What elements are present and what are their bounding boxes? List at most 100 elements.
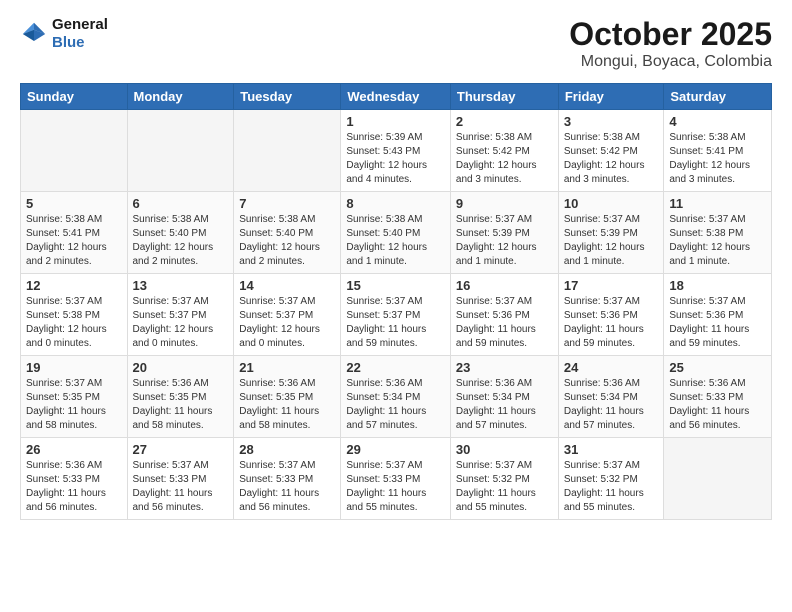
header: General Blue October 2025 Mongui, Boyaca… [20,16,772,71]
day-info: Sunrise: 5:38 AM Sunset: 5:40 PM Dayligh… [239,213,335,269]
calendar-cell: 4 Sunrise: 5:38 AM Sunset: 5:41 PM Daylig… [664,110,772,192]
day-number: 21 [239,360,335,375]
day-info: Sunrise: 5:37 AM Sunset: 5:33 PM Dayligh… [346,459,445,515]
day-number: 10 [564,196,659,211]
weekday-header-tuesday: Tuesday [234,84,341,110]
calendar-cell: 2 Sunrise: 5:38 AM Sunset: 5:42 PM Daylig… [450,110,558,192]
calendar-cell: 9 Sunrise: 5:37 AM Sunset: 5:39 PM Daylig… [450,192,558,274]
calendar-cell: 26 Sunrise: 5:36 AM Sunset: 5:33 PM Dayli… [21,438,128,520]
day-number: 31 [564,442,659,457]
calendar-cell: 11 Sunrise: 5:37 AM Sunset: 5:38 PM Dayli… [664,192,772,274]
day-number: 12 [26,278,122,293]
calendar-cell [127,110,234,192]
week-row-4: 26 Sunrise: 5:36 AM Sunset: 5:33 PM Dayli… [21,438,772,520]
day-info: Sunrise: 5:37 AM Sunset: 5:36 PM Dayligh… [456,295,553,351]
day-number: 27 [133,442,229,457]
calendar-cell: 19 Sunrise: 5:37 AM Sunset: 5:35 PM Dayli… [21,356,128,438]
calendar-cell: 13Sunrise: 5:37 AM Sunset: 5:37 PM Dayli… [127,274,234,356]
day-number: 29 [346,442,445,457]
day-number: 23 [456,360,553,375]
day-info: Sunrise: 5:38 AM Sunset: 5:42 PM Dayligh… [564,131,659,187]
day-number: 20 [133,360,229,375]
day-number: 22 [346,360,445,375]
day-number: 19 [26,360,122,375]
day-info: Sunrise: 5:36 AM Sunset: 5:34 PM Dayligh… [346,377,445,433]
calendar-cell: 7 Sunrise: 5:38 AM Sunset: 5:40 PM Daylig… [234,192,341,274]
calendar-cell [234,110,341,192]
calendar-cell: 27Sunrise: 5:37 AM Sunset: 5:33 PM Dayli… [127,438,234,520]
calendar-cell [664,438,772,520]
calendar-cell [21,110,128,192]
weekday-header-monday: Monday [127,84,234,110]
calendar-cell: 14 Sunrise: 5:37 AM Sunset: 5:37 PM Dayli… [234,274,341,356]
day-info: Sunrise: 5:36 AM Sunset: 5:34 PM Dayligh… [564,377,659,433]
calendar-cell: 31 Sunrise: 5:37 AM Sunset: 5:32 PM Dayli… [558,438,664,520]
day-number: 25 [669,360,766,375]
day-number: 8 [346,196,445,211]
day-info: Sunrise: 5:36 AM Sunset: 5:33 PM Dayligh… [669,377,766,433]
calendar-cell: 18Sunrise: 5:37 AM Sunset: 5:36 PM Dayli… [664,274,772,356]
calendar-cell: 29 Sunrise: 5:37 AM Sunset: 5:33 PM Dayli… [341,438,451,520]
location: Mongui, Boyaca, Colombia [569,53,772,71]
calendar-cell: 8 Sunrise: 5:38 AM Sunset: 5:40 PM Daylig… [341,192,451,274]
weekday-header-friday: Friday [558,84,664,110]
day-number: 13 [133,278,229,293]
day-number: 14 [239,278,335,293]
calendar-cell: 16 Sunrise: 5:37 AM Sunset: 5:36 PM Dayli… [450,274,558,356]
day-info: Sunrise: 5:37 AM Sunset: 5:35 PM Dayligh… [26,377,122,433]
calendar-table: SundayMondayTuesdayWednesdayThursdayFrid… [20,83,772,520]
logo-text: General Blue [52,16,108,52]
day-info: Sunrise: 5:38 AM Sunset: 5:41 PM Dayligh… [669,131,766,187]
calendar-cell: 3 Sunrise: 5:38 AM Sunset: 5:42 PM Daylig… [558,110,664,192]
day-info: Sunrise: 5:36 AM Sunset: 5:35 PM Dayligh… [133,377,229,433]
calendar-cell: 6Sunrise: 5:38 AM Sunset: 5:40 PM Daylig… [127,192,234,274]
day-number: 30 [456,442,553,457]
day-info: Sunrise: 5:37 AM Sunset: 5:39 PM Dayligh… [564,213,659,269]
day-number: 9 [456,196,553,211]
day-info: Sunrise: 5:38 AM Sunset: 5:40 PM Dayligh… [346,213,445,269]
calendar-cell: 25 Sunrise: 5:36 AM Sunset: 5:33 PM Dayli… [664,356,772,438]
day-info: Sunrise: 5:37 AM Sunset: 5:32 PM Dayligh… [564,459,659,515]
calendar-cell: 22 Sunrise: 5:36 AM Sunset: 5:34 PM Dayli… [341,356,451,438]
day-number: 26 [26,442,122,457]
calendar-cell: 20 Sunrise: 5:36 AM Sunset: 5:35 PM Dayli… [127,356,234,438]
day-info: Sunrise: 5:36 AM Sunset: 5:34 PM Dayligh… [456,377,553,433]
calendar-cell: 24Sunrise: 5:36 AM Sunset: 5:34 PM Dayli… [558,356,664,438]
day-info: Sunrise: 5:38 AM Sunset: 5:42 PM Dayligh… [456,131,553,187]
weekday-header-sunday: Sunday [21,84,128,110]
day-info: Sunrise: 5:37 AM Sunset: 5:39 PM Dayligh… [456,213,553,269]
day-info: Sunrise: 5:36 AM Sunset: 5:35 PM Dayligh… [239,377,335,433]
day-info: Sunrise: 5:37 AM Sunset: 5:37 PM Dayligh… [239,295,335,351]
day-info: Sunrise: 5:36 AM Sunset: 5:33 PM Dayligh… [26,459,122,515]
calendar-page: General Blue October 2025 Mongui, Boyaca… [0,0,792,612]
week-row-3: 19 Sunrise: 5:37 AM Sunset: 5:35 PM Dayli… [21,356,772,438]
day-info: Sunrise: 5:37 AM Sunset: 5:38 PM Dayligh… [669,213,766,269]
calendar-cell: 10 Sunrise: 5:37 AM Sunset: 5:39 PM Dayli… [558,192,664,274]
calendar-cell: 5Sunrise: 5:38 AM Sunset: 5:41 PM Daylig… [21,192,128,274]
day-number: 7 [239,196,335,211]
day-info: Sunrise: 5:37 AM Sunset: 5:36 PM Dayligh… [564,295,659,351]
month-title: October 2025 [569,16,772,53]
day-info: Sunrise: 5:37 AM Sunset: 5:37 PM Dayligh… [346,295,445,351]
day-number: 6 [133,196,229,211]
week-row-0: 1Sunrise: 5:39 AM Sunset: 5:43 PM Daylig… [21,110,772,192]
weekday-header-wednesday: Wednesday [341,84,451,110]
day-info: Sunrise: 5:37 AM Sunset: 5:36 PM Dayligh… [669,295,766,351]
day-number: 28 [239,442,335,457]
day-number: 4 [669,114,766,129]
day-number: 2 [456,114,553,129]
calendar-cell: 30Sunrise: 5:37 AM Sunset: 5:32 PM Dayli… [450,438,558,520]
calendar-cell: 28Sunrise: 5:37 AM Sunset: 5:33 PM Dayli… [234,438,341,520]
week-row-1: 5Sunrise: 5:38 AM Sunset: 5:41 PM Daylig… [21,192,772,274]
day-number: 17 [564,278,659,293]
calendar-cell: 12Sunrise: 5:37 AM Sunset: 5:38 PM Dayli… [21,274,128,356]
day-info: Sunrise: 5:39 AM Sunset: 5:43 PM Dayligh… [346,131,445,187]
calendar-cell: 17 Sunrise: 5:37 AM Sunset: 5:36 PM Dayli… [558,274,664,356]
calendar-cell: 1Sunrise: 5:39 AM Sunset: 5:43 PM Daylig… [341,110,451,192]
day-number: 16 [456,278,553,293]
day-number: 3 [564,114,659,129]
logo-icon [20,20,48,48]
weekday-header-row: SundayMondayTuesdayWednesdayThursdayFrid… [21,84,772,110]
logo: General Blue [20,16,108,52]
day-number: 11 [669,196,766,211]
